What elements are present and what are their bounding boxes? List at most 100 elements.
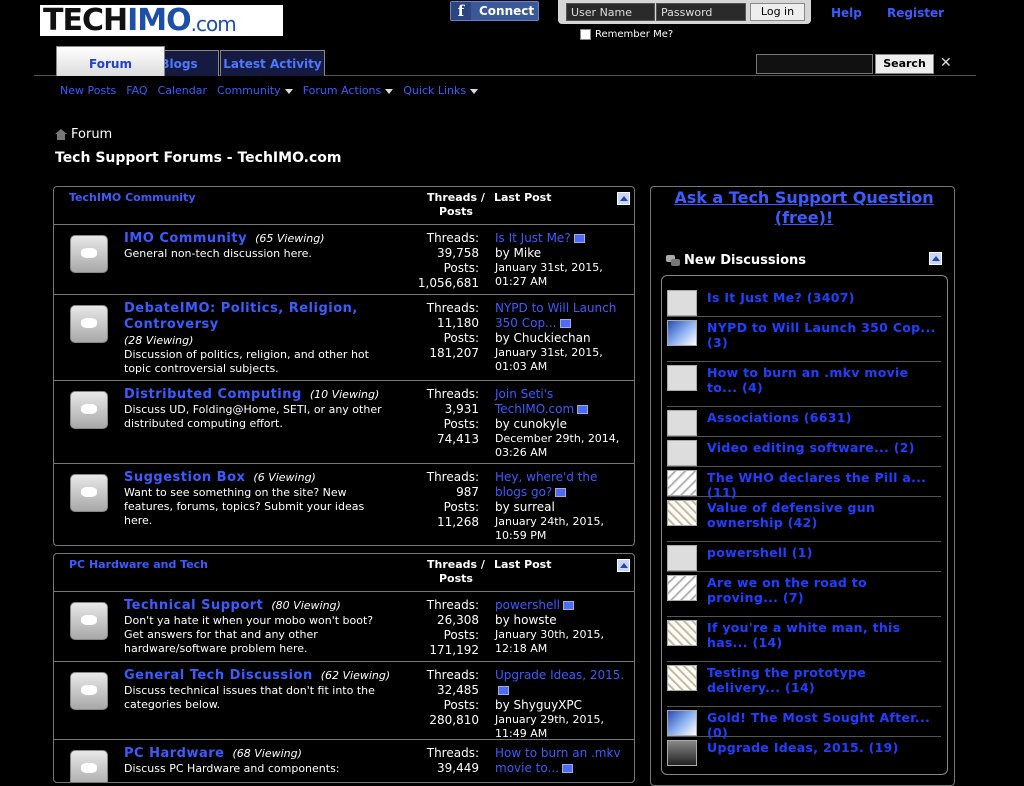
- forum-title[interactable]: Technical Support: [124, 598, 263, 613]
- last-post-title[interactable]: Hey, where'd the blogs go?: [495, 470, 597, 499]
- discussion-link[interactable]: Testing the prototype delivery... (14): [707, 665, 941, 695]
- forum-title[interactable]: PC Hardware: [124, 746, 224, 761]
- login-button[interactable]: Log in: [750, 3, 805, 21]
- discussion-item[interactable]: How to burn an .mkv movie to... (4): [667, 362, 941, 407]
- site-logo[interactable]: TECH IMO .com: [40, 3, 283, 38]
- last-post-author[interactable]: by ShyguyXPC: [495, 698, 630, 713]
- go-to-post-icon[interactable]: [563, 601, 574, 610]
- discussion-link[interactable]: powershell (1): [707, 545, 941, 560]
- section-title[interactable]: TechIMO Community: [69, 191, 196, 204]
- discussion-item[interactable]: NYPD to Will Launch 350 Cop... (3): [667, 317, 941, 362]
- discussion-item[interactable]: Upgrade Ideas, 2015. (19): [667, 737, 941, 767]
- discussion-link[interactable]: Value of defensive gun ownership (42): [707, 500, 941, 530]
- quick-links-menu[interactable]: Quick Links: [403, 84, 479, 97]
- discussion-link[interactable]: Upgrade Ideas, 2015. (19): [707, 740, 941, 755]
- discussion-item[interactable]: Gold! The Most Sought After... (0): [667, 707, 941, 740]
- forum-title[interactable]: Distributed Computing: [124, 387, 302, 402]
- discussion-link[interactable]: How to burn an .mkv movie to... (4): [707, 365, 941, 395]
- tab-latest-activity[interactable]: Latest Activity: [220, 50, 325, 76]
- breadcrumb: Forum: [55, 127, 112, 142]
- go-to-post-icon[interactable]: [573, 234, 585, 243]
- threads-count: 11,180: [437, 316, 479, 330]
- forum-title[interactable]: Suggestion Box: [124, 470, 245, 485]
- last-post: Upgrade Ideas, 2015. by ShyguyXPC January …: [495, 668, 630, 741]
- breadcrumb-forum[interactable]: Forum: [71, 127, 112, 142]
- collapse-icon[interactable]: [929, 252, 942, 265]
- last-post-author[interactable]: by Mike: [495, 246, 630, 261]
- discussion-link[interactable]: Associations (6631): [707, 410, 941, 425]
- home-icon[interactable]: [55, 129, 67, 140]
- discussion-item[interactable]: Are we on the road to proving... (7): [667, 572, 941, 617]
- last-post-title[interactable]: How to burn an .mkv movie to...: [495, 746, 621, 775]
- last-post-author[interactable]: by Chuckiechan: [495, 331, 630, 346]
- remember-me-checkbox[interactable]: [580, 29, 591, 40]
- last-post-author[interactable]: by howste: [495, 613, 630, 628]
- collapse-icon[interactable]: [617, 559, 630, 572]
- forum-viewing: (10 Viewing): [309, 388, 380, 401]
- last-post-date: January 31st, 2015, 01:03 AM: [495, 346, 603, 373]
- last-post-title[interactable]: Join Seti's TechIMO.com: [495, 387, 574, 416]
- last-post: Hey, where'd the blogs go? by surreal Janu…: [495, 470, 630, 543]
- discussion-link[interactable]: Gold! The Most Sought After... (0): [707, 710, 941, 740]
- last-post-title[interactable]: powershell: [495, 598, 560, 612]
- discussion-item[interactable]: The WHO declares the Pill a... (11): [667, 467, 941, 500]
- go-to-post-icon[interactable]: [561, 764, 573, 773]
- discussion-link[interactable]: Video editing software... (2): [707, 440, 941, 455]
- search-input[interactable]: [756, 54, 873, 74]
- discussion-item[interactable]: Video editing software... (2): [667, 437, 941, 467]
- last-post-author[interactable]: by surreal: [495, 500, 630, 515]
- avatar: [667, 575, 697, 601]
- forum-title[interactable]: IMO Community: [124, 231, 247, 246]
- last-post-author[interactable]: by cunokyle: [495, 417, 630, 432]
- remember-me-label: Remember Me?: [595, 29, 674, 40]
- discussion-item[interactable]: If you're a white man, this has... (14): [667, 617, 941, 662]
- forum-description: Discussion of politics, religion, and ot…: [124, 348, 369, 375]
- last-post-title[interactable]: NYPD to Will Launch 350 Cop...: [495, 301, 616, 330]
- ask-question-link[interactable]: Ask a Tech Support Question (free)!: [660, 188, 948, 228]
- help-link[interactable]: Help: [831, 6, 862, 20]
- avatar: [667, 620, 697, 646]
- discussion-item[interactable]: powershell (1): [667, 542, 941, 572]
- tab-forum[interactable]: Forum: [56, 46, 165, 76]
- forum-title[interactable]: General Tech Discussion: [124, 668, 313, 683]
- facebook-connect-button[interactable]: f Connect: [450, 1, 539, 21]
- search-button[interactable]: Search: [875, 54, 934, 74]
- forum-status-icon: [70, 602, 108, 640]
- faq-link[interactable]: FAQ: [126, 84, 147, 97]
- discussion-item[interactable]: Value of defensive gun ownership (42): [667, 497, 941, 542]
- posts-label: Posts:: [443, 628, 479, 642]
- calendar-link[interactable]: Calendar: [158, 84, 207, 97]
- chevron-down-icon: [385, 88, 394, 94]
- last-post-title[interactable]: Is It Just Me?: [495, 231, 571, 245]
- forum-actions-menu[interactable]: Forum Actions: [303, 84, 394, 97]
- close-icon[interactable]: ✕: [940, 55, 952, 71]
- discussion-link[interactable]: If you're a white man, this has... (14): [707, 620, 941, 650]
- discussion-link[interactable]: Is It Just Me? (3407): [707, 290, 941, 305]
- username-field[interactable]: User Name: [566, 3, 655, 21]
- forum-title[interactable]: DebateIMO: Politics, Religion, Controver…: [124, 301, 358, 332]
- posts-label: Posts:: [443, 261, 479, 275]
- new-posts-link[interactable]: New Posts: [60, 84, 116, 97]
- forum-title-row: Distributed Computing (10 Viewing): [124, 387, 394, 403]
- go-to-post-icon[interactable]: [577, 405, 589, 414]
- forum-stats: Threads: 987 Posts: 11,268: [399, 470, 479, 530]
- go-to-post-icon[interactable]: [555, 488, 567, 497]
- password-field[interactable]: Password: [656, 3, 746, 21]
- community-menu[interactable]: Community: [217, 84, 293, 97]
- discussion-link[interactable]: NYPD to Will Launch 350 Cop... (3): [707, 320, 941, 350]
- last-post-title[interactable]: Upgrade Ideas, 2015.: [495, 668, 624, 682]
- section-title[interactable]: PC Hardware and Tech: [69, 558, 208, 571]
- go-to-post-icon[interactable]: [559, 319, 571, 328]
- threads-label: Threads:: [426, 598, 479, 612]
- register-link[interactable]: Register: [887, 6, 944, 20]
- discussion-item[interactable]: Is It Just Me? (3407): [667, 287, 941, 317]
- last-post-date: January 24th, 2015, 10:59 PM: [495, 515, 604, 542]
- discussion-link[interactable]: The WHO declares the Pill a... (11): [707, 470, 941, 500]
- discussion-item[interactable]: Testing the prototype delivery... (14): [667, 662, 941, 707]
- collapse-icon[interactable]: [617, 192, 630, 205]
- discussion-item[interactable]: Associations (6631): [667, 407, 941, 437]
- forum-status-icon: [70, 750, 108, 782]
- discussion-link[interactable]: Are we on the road to proving... (7): [707, 575, 941, 605]
- remember-me[interactable]: Remember Me?: [580, 29, 673, 40]
- go-to-post-icon[interactable]: [498, 686, 509, 695]
